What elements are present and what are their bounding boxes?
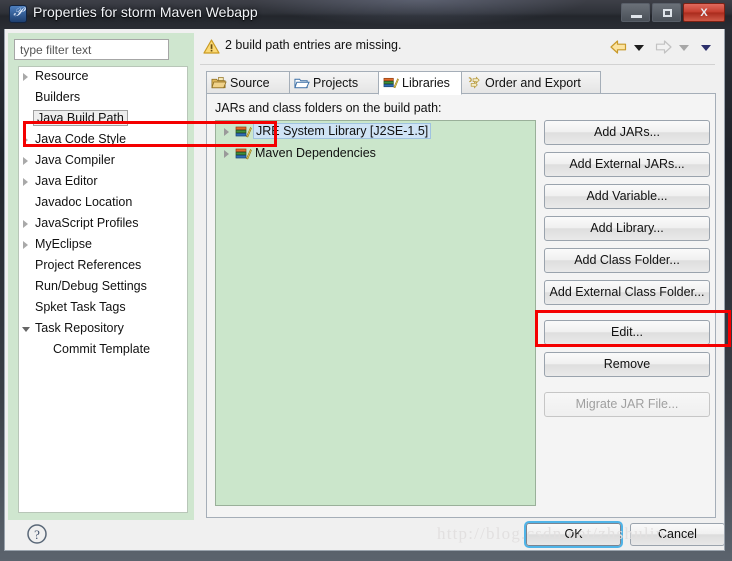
sidebar-item-label: Resource xyxy=(35,69,89,83)
sidebar-item-myeclipse[interactable]: MyEclipse xyxy=(19,235,187,256)
sidebar-item-commit-template[interactable]: Commit Template xyxy=(19,340,187,361)
message-separator xyxy=(200,64,715,65)
add-external-jars-button[interactable]: Add External JARs... xyxy=(544,152,710,177)
library-books-icon xyxy=(235,148,252,160)
back-history-chevron-down-icon[interactable] xyxy=(634,45,644,51)
sidebar-item-label: Run/Debug Settings xyxy=(35,279,147,293)
svg-text:?: ? xyxy=(34,527,40,542)
window-title: Properties for storm Maven Webapp xyxy=(33,4,258,20)
settings-tree[interactable]: Resource Builders Java Build Path Java Code… xyxy=(18,66,188,513)
libraries-list-label: JARs and class folders on the build path… xyxy=(215,101,442,115)
message-bar: 2 build path entries are missing. xyxy=(198,33,722,63)
library-entry-label: JRE System Library [J2SE-1.5] xyxy=(253,123,432,139)
sidebar-item-java-compiler[interactable]: Java Compiler xyxy=(19,151,187,172)
sidebar-item-label: JavaScript Profiles xyxy=(35,216,139,230)
add-library-button[interactable]: Add Library... xyxy=(544,216,710,241)
order-export-icon xyxy=(468,76,480,89)
sidebar-item-run-debug-settings[interactable]: Run/Debug Settings xyxy=(19,277,187,298)
add-variable-button[interactable]: Add Variable... xyxy=(544,184,710,209)
source-folder-icon xyxy=(211,77,227,89)
sidebar-item-javascript-profiles[interactable]: JavaScript Profiles xyxy=(19,214,187,235)
tab-projects[interactable]: Projects xyxy=(289,71,379,94)
tree-expand-icon[interactable] xyxy=(224,128,229,136)
tab-source[interactable]: Source xyxy=(206,71,290,94)
filter-placeholder: type filter text xyxy=(20,43,92,57)
libraries-list[interactable]: JRE System Library [J2SE-1.5] Maven Depen… xyxy=(215,120,536,506)
tab-order-and-export[interactable]: Order and Export xyxy=(461,71,601,94)
sidebar-item-label: Project References xyxy=(35,258,142,272)
settings-sidebar: type filter text Resource Builders Java Bu… xyxy=(8,33,194,520)
sidebar-item-label: Builders xyxy=(35,90,81,104)
tab-label: Projects xyxy=(313,76,359,90)
tree-expand-icon[interactable] xyxy=(224,150,229,158)
tab-label: Order and Export xyxy=(485,76,581,90)
sidebar-item-javadoc-location[interactable]: Javadoc Location xyxy=(19,193,187,214)
sidebar-item-builders[interactable]: Builders xyxy=(19,88,187,109)
minimize-icon xyxy=(631,15,642,18)
add-class-folder-button[interactable]: Add Class Folder... xyxy=(544,248,710,273)
tab-bar: Source Projects Libraries Order and Export xyxy=(206,71,716,95)
sidebar-item-java-build-path[interactable]: Java Build Path xyxy=(19,109,187,130)
library-entry-row[interactable]: Maven Dependencies xyxy=(216,143,535,165)
view-menu-chevron-down-icon[interactable] xyxy=(701,45,711,51)
sidebar-item-spket-task-tags[interactable]: Spket Task Tags xyxy=(19,298,187,319)
sidebar-item-java-editor[interactable]: Java Editor xyxy=(19,172,187,193)
tree-expand-icon[interactable] xyxy=(23,241,28,249)
add-jars-button[interactable]: Add JARs... xyxy=(544,120,710,145)
sidebar-item-label: Java Build Path xyxy=(33,110,128,126)
sidebar-item-label: Java Compiler xyxy=(35,153,115,167)
sidebar-item-label: MyEclipse xyxy=(35,237,92,251)
watermark-text: http://blog.csdn.net/zhshulin xyxy=(437,524,666,543)
remove-button[interactable]: Remove xyxy=(544,352,710,377)
sidebar-item-label: Java Code Style xyxy=(35,132,127,146)
filter-input[interactable]: type filter text xyxy=(14,39,169,60)
tree-expand-icon[interactable] xyxy=(23,73,28,81)
add-external-class-folder-button[interactable]: Add External Class Folder... xyxy=(544,280,710,305)
library-books-icon xyxy=(235,126,252,138)
tab-label: Source xyxy=(230,76,270,90)
open-folder-icon xyxy=(294,78,310,89)
tab-libraries[interactable]: Libraries xyxy=(378,71,462,95)
sidebar-item-label: Java Editor xyxy=(35,174,98,188)
tree-collapse-icon[interactable] xyxy=(22,327,30,336)
migrate-jar-file-button: Migrate JAR File... xyxy=(544,392,710,417)
message-text: 2 build path entries are missing. xyxy=(225,38,402,52)
title-bar-glow xyxy=(250,0,590,26)
sidebar-item-resource[interactable]: Resource xyxy=(19,67,187,88)
title-bar: 𝒫 Properties for storm Maven Webapp X xyxy=(0,0,732,29)
tab-label: Libraries xyxy=(402,76,450,90)
main-panel: 2 build path entries are missing. Source… xyxy=(198,33,722,520)
sidebar-item-label: Javadoc Location xyxy=(35,195,133,209)
eclipse-icon: 𝒫 xyxy=(9,4,27,23)
back-arrow-icon[interactable] xyxy=(610,39,627,55)
forward-arrow-icon xyxy=(655,40,672,54)
maximize-icon xyxy=(663,9,672,17)
close-button[interactable]: X xyxy=(683,3,725,22)
tree-expand-icon[interactable] xyxy=(23,136,28,144)
tree-expand-icon[interactable] xyxy=(23,220,28,228)
sidebar-item-task-repository[interactable]: Task Repository xyxy=(19,319,187,340)
sidebar-item-label: Commit Template xyxy=(53,342,151,356)
forward-history-chevron-down-icon xyxy=(679,45,689,51)
edit-button[interactable]: Edit... xyxy=(544,320,710,345)
warning-icon xyxy=(203,39,220,54)
sidebar-item-java-code-style[interactable]: Java Code Style xyxy=(19,130,187,151)
dialog-body: type filter text Resource Builders Java Bu… xyxy=(4,29,731,551)
library-books-icon xyxy=(383,77,399,89)
library-entry-row[interactable]: JRE System Library [J2SE-1.5] xyxy=(216,121,535,143)
minimize-button[interactable] xyxy=(621,3,650,22)
library-entry-label: Maven Dependencies xyxy=(255,146,376,160)
sidebar-item-label: Task Repository xyxy=(35,321,124,335)
tree-expand-icon[interactable] xyxy=(23,157,28,165)
maximize-button[interactable] xyxy=(652,3,681,22)
sidebar-item-project-references[interactable]: Project References xyxy=(19,256,187,277)
tree-expand-icon[interactable] xyxy=(23,178,28,186)
properties-dialog-window: 𝒫 Properties for storm Maven Webapp X ty… xyxy=(0,0,732,561)
help-question-icon[interactable]: ? xyxy=(26,523,48,545)
libraries-tab-panel: JARs and class folders on the build path… xyxy=(206,94,716,518)
sidebar-item-label: Spket Task Tags xyxy=(35,300,126,314)
close-icon: X xyxy=(700,6,708,19)
